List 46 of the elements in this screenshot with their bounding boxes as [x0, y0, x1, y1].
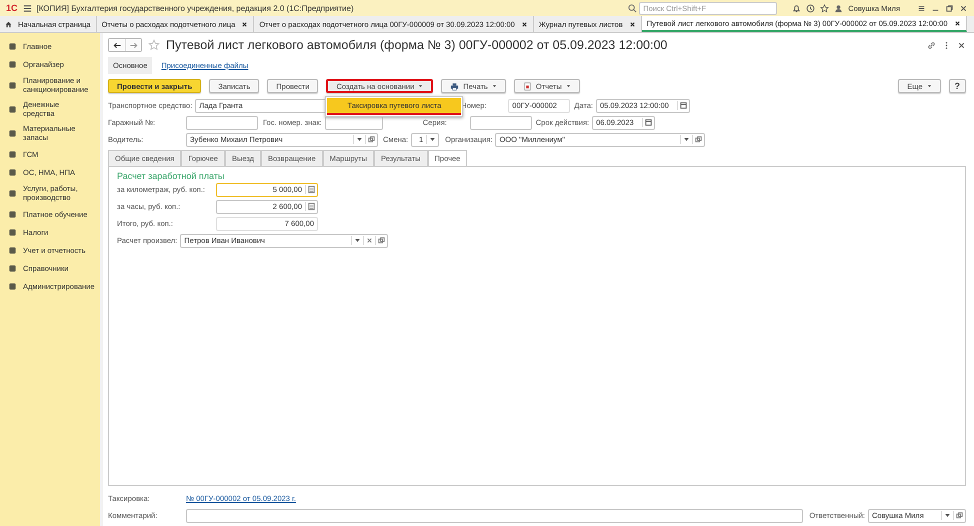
section-icon — [8, 80, 17, 90]
window-title: [КОПИЯ] Бухгалтерия государственного учреждения, редакция 2.0 (1С:Предприятие) — [36, 4, 354, 12]
close-icon[interactable] — [954, 20, 961, 26]
printer-icon — [450, 82, 460, 90]
open-window-icon[interactable] — [692, 135, 704, 144]
document-title: Путевой лист легкового автомобиля (форма № 3) 00ГУ-000002 от 05.09.2023 12:00:00 — [166, 38, 668, 52]
caret-icon — [492, 84, 497, 88]
calculator-icon[interactable] — [305, 202, 317, 211]
section-heading: Расчет заработной платы — [117, 171, 226, 181]
window-menu-icon[interactable] — [917, 4, 926, 12]
section-icon — [8, 188, 17, 198]
bell-icon[interactable] — [792, 4, 802, 12]
report-icon — [522, 82, 532, 90]
caret-icon — [418, 84, 424, 88]
link-icon[interactable] — [927, 40, 936, 50]
caret-icon — [926, 84, 932, 88]
section-icon — [8, 104, 17, 114]
series-field[interactable] — [470, 116, 532, 130]
restore-icon[interactable] — [945, 4, 954, 12]
calendar-icon[interactable] — [642, 118, 654, 127]
star-icon[interactable] — [148, 39, 160, 51]
open-window-icon[interactable] — [365, 135, 377, 144]
back-arrow-icon — [112, 40, 122, 50]
home-icon — [5, 20, 12, 28]
close-icon[interactable] — [628, 20, 636, 28]
open-window-icon[interactable] — [375, 236, 388, 245]
app-logo: 1С — [6, 3, 18, 13]
garage-number-field[interactable] — [186, 116, 258, 130]
open-window-icon[interactable] — [953, 511, 965, 520]
forward-arrow-icon — [129, 40, 138, 50]
section-icon — [8, 128, 17, 138]
menu-icon[interactable] — [22, 4, 32, 12]
help-button[interactable]: ? — [948, 79, 966, 93]
close-icon[interactable] — [957, 40, 966, 50]
caret-icon — [566, 84, 571, 88]
close-icon[interactable] — [241, 20, 248, 28]
history-icon[interactable] — [806, 4, 816, 12]
calendar-icon[interactable] — [676, 101, 689, 110]
user-icon — [834, 4, 844, 12]
close-icon[interactable] — [520, 20, 528, 28]
star-icon[interactable] — [820, 4, 830, 12]
back-button[interactable] — [109, 39, 125, 51]
close-icon[interactable] — [959, 4, 968, 12]
comment-field[interactable] — [186, 508, 804, 522]
calculator-icon[interactable] — [305, 185, 317, 194]
search-icon — [628, 4, 638, 12]
